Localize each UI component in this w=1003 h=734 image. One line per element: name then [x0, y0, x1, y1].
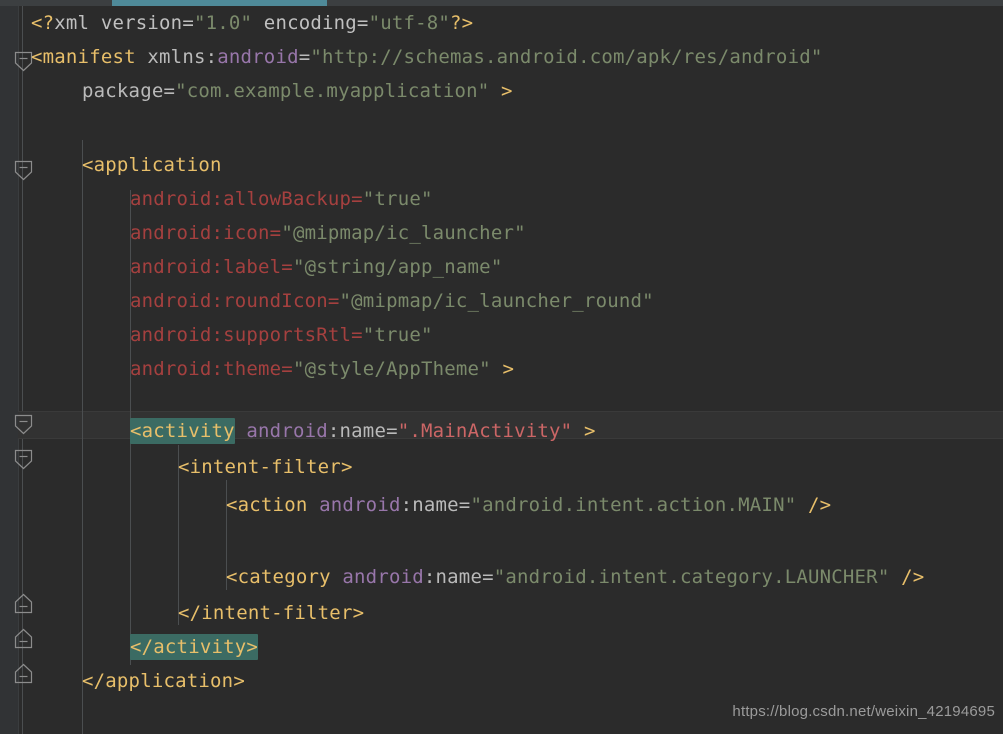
manifest-open-close-bracket: >	[489, 80, 513, 102]
xml-decl-encoding-value: "utf-8"	[368, 12, 451, 34]
code-line-label[interactable]: android:label="@string/app_name"	[130, 250, 502, 284]
allow-backup-attr-name: android:allowBackup=	[130, 188, 363, 210]
xml-decl-keyword: xml	[54, 12, 90, 34]
activity-android-ns: android	[234, 420, 328, 442]
xml-decl-close: ?>	[450, 12, 474, 34]
action-angle-open: <	[226, 494, 238, 516]
category-name-attr: :name=	[423, 566, 494, 588]
category-android-ns: android	[330, 566, 424, 588]
round-icon-attr-name: android:roundIcon=	[130, 290, 340, 312]
application-angle-open: <	[82, 154, 94, 176]
intent-filter-tag-name: intent-filter	[189, 456, 341, 478]
label-attr-value: "@string/app_name"	[292, 256, 503, 278]
code-line-activity-open[interactable]: <activity android:name=".MainActivity" >	[130, 414, 596, 448]
code-line-icon[interactable]: android:icon="@mipmap/ic_launcher"	[130, 216, 526, 250]
supports-rtl-attr-name: android:supportsRtl=	[130, 324, 363, 346]
application-close-angle: </	[82, 670, 106, 692]
code-line-application-close[interactable]: </application>	[82, 664, 245, 698]
allow-backup-attr-value: "true"	[362, 188, 433, 210]
intent-filter-angle-close: >	[340, 456, 353, 478]
code-line-round-icon[interactable]: android:roundIcon="@mipmap/ic_launcher_r…	[130, 284, 654, 318]
xml-decl-encoding-attr: encoding=	[252, 12, 369, 34]
manifest-xmlns-equals: =	[298, 46, 311, 68]
code-line-category[interactable]: <category android:name="android.intent.c…	[226, 560, 924, 594]
fold-marker-expanded-application[interactable]	[12, 159, 35, 182]
intent-filter-close-angle: </	[178, 602, 202, 624]
round-icon-attr-value: "@mipmap/ic_launcher_round"	[339, 290, 654, 312]
watermark-url: https://blog.csdn.net/weixin_42194695	[732, 703, 995, 720]
code-line-xml-declaration[interactable]: <?xml version="1.0" encoding="utf-8"?>	[31, 6, 473, 40]
manifest-xmlns-value: "http://schemas.android.com/apk/res/andr…	[310, 46, 823, 68]
application-close-tag-name: application	[105, 670, 234, 692]
fold-marker-end-activity[interactable]	[12, 627, 35, 650]
manifest-tag-name: manifest	[42, 46, 136, 68]
code-line-manifest-open[interactable]: <manifest xmlns:android="http://schemas.…	[31, 40, 823, 74]
icon-attr-name: android:icon=	[130, 222, 282, 244]
code-line-intent-filter-open[interactable]: <intent-filter>	[178, 450, 353, 484]
code-editor-window: <?xml version="1.0" encoding="utf-8"?> <…	[0, 0, 1003, 734]
activity-open-close-bracket: >	[572, 420, 596, 442]
icon-attr-value: "@mipmap/ic_launcher"	[281, 222, 526, 244]
action-name-attr: :name=	[400, 494, 471, 516]
indent-guide-1	[82, 140, 83, 734]
action-android-ns: android	[307, 494, 401, 516]
action-self-close: />	[796, 494, 832, 516]
category-angle-open: <	[226, 566, 238, 588]
manifest-angle-open: <	[31, 46, 43, 68]
code-line-action[interactable]: <action android:name="android.intent.act…	[226, 488, 831, 522]
theme-attr-name: android:theme=	[130, 358, 293, 380]
intent-filter-close-bracket: >	[352, 602, 365, 624]
application-open-close-bracket: >	[490, 358, 515, 380]
code-line-package[interactable]: package="com.example.myapplication" >	[82, 74, 513, 108]
activity-name-attr: :name=	[327, 420, 398, 442]
category-self-close: />	[889, 566, 925, 588]
activity-close-tag-highlighted: </activity>	[130, 634, 259, 660]
fold-marker-column	[0, 0, 46, 734]
application-close-bracket: >	[233, 670, 245, 692]
theme-attr-value: "@style/AppTheme"	[292, 358, 491, 380]
activity-open-tag-highlighted: <activity	[130, 418, 235, 444]
fold-marker-expanded-activity[interactable]	[12, 413, 35, 436]
code-line-allow-backup[interactable]: android:allowBackup="true"	[130, 182, 433, 216]
supports-rtl-attr-value: "true"	[362, 324, 433, 346]
action-name-value: "android.intent.action.MAIN"	[470, 494, 797, 516]
code-line-theme[interactable]: android:theme="@style/AppTheme" >	[130, 352, 514, 386]
manifest-xmlns-android: android	[217, 46, 299, 68]
fold-marker-end-application[interactable]	[12, 662, 35, 685]
xml-decl-version-value: "1.0"	[193, 12, 253, 34]
xml-decl-version-attr: version=	[89, 12, 194, 34]
category-name-value: "android.intent.category.LAUNCHER"	[493, 566, 890, 588]
application-tag-name: application	[93, 154, 222, 176]
activity-name-value: ".MainActivity"	[397, 420, 573, 442]
code-line-supports-rtl[interactable]: android:supportsRtl="true"	[130, 318, 433, 352]
label-attr-name: android:label=	[130, 256, 293, 278]
intent-filter-close-tag-name: intent-filter	[201, 602, 353, 624]
fold-marker-end-intent-filter[interactable]	[12, 592, 35, 615]
fold-marker-expanded-intent-filter[interactable]	[12, 448, 35, 471]
package-attr-name: package=	[82, 80, 176, 102]
manifest-xmlns-prefix: xmlns:	[135, 46, 218, 68]
xml-decl-open: <?	[31, 12, 55, 34]
category-tag-name: category	[237, 566, 331, 588]
intent-filter-angle-open: <	[178, 456, 190, 478]
code-line-activity-close[interactable]: </activity>	[130, 630, 259, 664]
code-line-application-open[interactable]: <application	[82, 148, 222, 182]
package-attr-value: "com.example.myapplication"	[175, 80, 490, 102]
code-line-intent-filter-close[interactable]: </intent-filter>	[178, 596, 364, 630]
action-tag-name: action	[237, 494, 308, 516]
